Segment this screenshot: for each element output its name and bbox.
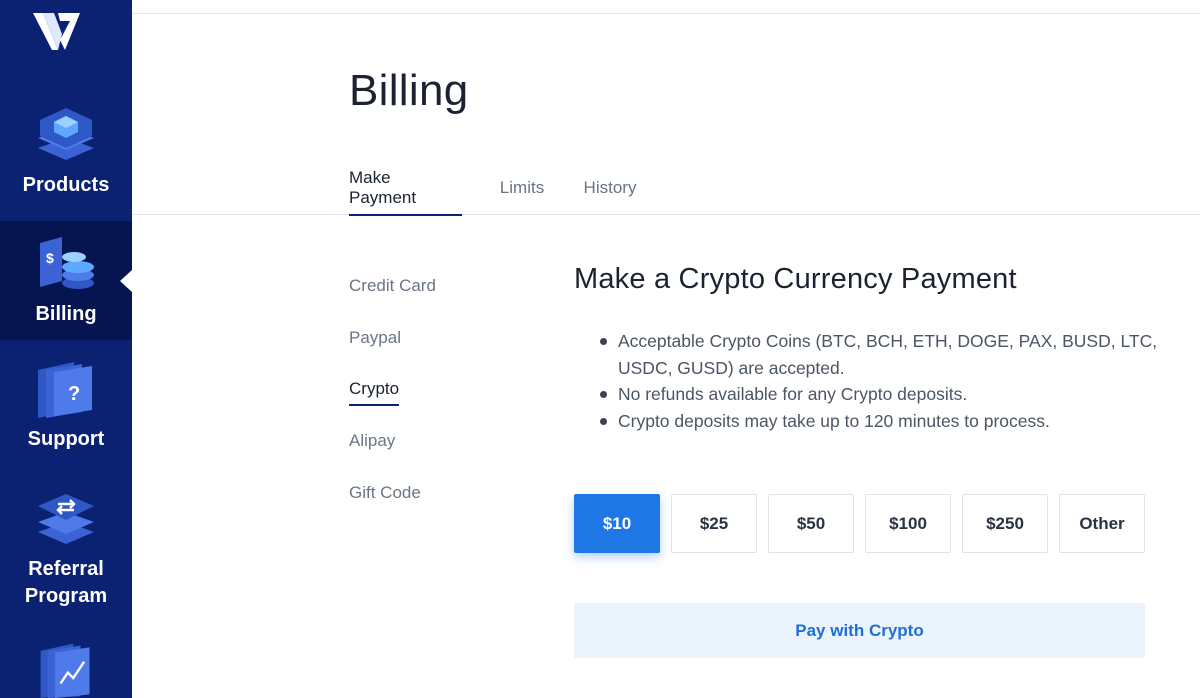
- exchange-stack-icon: [38, 494, 94, 544]
- sidebar: Products $ Billing ? Support Referral Pr…: [0, 0, 132, 698]
- sidebar-item-label: Support: [27, 428, 105, 450]
- tab-make-payment[interactable]: Make Payment: [349, 160, 462, 216]
- sidebar-item-label: Products: [22, 174, 110, 196]
- billing-tabs: Make Payment Limits History: [132, 160, 1200, 216]
- method-credit-card[interactable]: Credit Card: [349, 276, 436, 296]
- vultr-logo-icon[interactable]: [30, 10, 84, 54]
- pay-with-crypto-button[interactable]: Pay with Crypto: [574, 603, 1145, 658]
- list-item: Acceptable Crypto Coins (BTC, BCH, ETH, …: [574, 328, 1164, 381]
- list-item: No refunds available for any Crypto depo…: [574, 381, 1164, 408]
- sidebar-item-label: Billing: [35, 303, 97, 325]
- sidebar-item-label: Referral Program: [24, 558, 108, 607]
- crypto-payment-title: Make a Crypto Currency Payment: [574, 263, 1017, 295]
- chart-stack-icon: [40, 643, 90, 698]
- question-stack-icon: ?: [38, 362, 92, 418]
- cube-stack-icon: [38, 108, 94, 160]
- method-alipay[interactable]: Alipay: [349, 431, 395, 451]
- crypto-info-list: Acceptable Crypto Coins (BTC, BCH, ETH, …: [574, 328, 1164, 434]
- svg-text:?: ?: [68, 383, 80, 405]
- amount-option-10[interactable]: $10: [574, 494, 660, 553]
- amount-option-50[interactable]: $50: [768, 494, 854, 553]
- sidebar-item-support[interactable]: ? Support: [0, 358, 132, 468]
- sidebar-item-billing[interactable]: $ Billing: [0, 221, 132, 340]
- sidebar-item-products[interactable]: Products: [0, 104, 132, 220]
- amount-option-25[interactable]: $25: [671, 494, 757, 553]
- method-gift-code[interactable]: Gift Code: [349, 483, 421, 503]
- list-item: Crypto deposits may take up to 120 minut…: [574, 408, 1164, 435]
- tab-limits[interactable]: Limits: [496, 160, 548, 215]
- amount-option-100[interactable]: $100: [865, 494, 951, 553]
- amount-option-250[interactable]: $250: [962, 494, 1048, 553]
- page-title: Billing: [349, 66, 469, 115]
- active-indicator: [120, 269, 132, 292]
- amount-option-other[interactable]: Other: [1059, 494, 1145, 553]
- top-bar: [132, 0, 1200, 14]
- sidebar-item-analytics[interactable]: [0, 640, 132, 698]
- method-crypto[interactable]: Crypto: [349, 379, 400, 406]
- dollar-coins-icon: $: [40, 237, 94, 289]
- tab-history[interactable]: History: [582, 160, 638, 215]
- svg-text:$: $: [46, 250, 54, 266]
- method-paypal[interactable]: Paypal: [349, 328, 401, 348]
- sidebar-item-referral-program[interactable]: Referral Program: [0, 488, 132, 618]
